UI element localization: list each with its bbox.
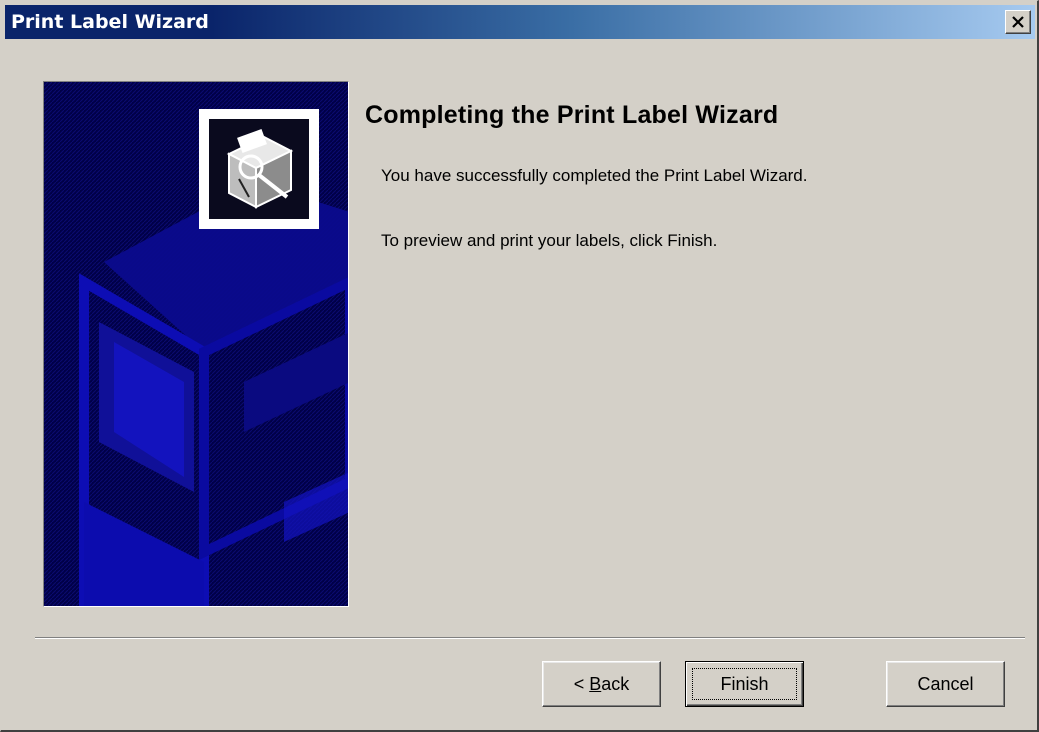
- cancel-button[interactable]: Cancel: [886, 661, 1005, 707]
- back-button-prefix: <: [573, 673, 590, 694]
- finish-instruction: To preview and print your labels, click …: [381, 231, 718, 250]
- back-button[interactable]: < Back: [542, 661, 661, 707]
- window-title: Print Label Wizard: [11, 11, 209, 33]
- back-button-label: ack: [601, 673, 630, 694]
- button-separator: [35, 637, 1025, 639]
- back-button-mnemonic: B: [589, 673, 602, 694]
- close-icon: [1012, 16, 1024, 28]
- wizard-window: Print Label Wizard Completing the Print …: [0, 0, 1039, 732]
- focus-rectangle: [692, 668, 797, 700]
- completion-message: You have successfully completed the Prin…: [381, 166, 808, 185]
- wizard-icon-frame: [199, 109, 319, 229]
- title-bar[interactable]: Print Label Wizard: [5, 5, 1035, 39]
- wizard-sidebar-graphic: [43, 81, 349, 607]
- wizard-heading: Completing the Print Label Wizard: [365, 101, 779, 129]
- label-printer-wizard-icon: [209, 119, 309, 219]
- finish-button[interactable]: Finish: [685, 661, 804, 707]
- cancel-button-label: Cancel: [917, 673, 974, 694]
- close-button[interactable]: [1005, 10, 1031, 34]
